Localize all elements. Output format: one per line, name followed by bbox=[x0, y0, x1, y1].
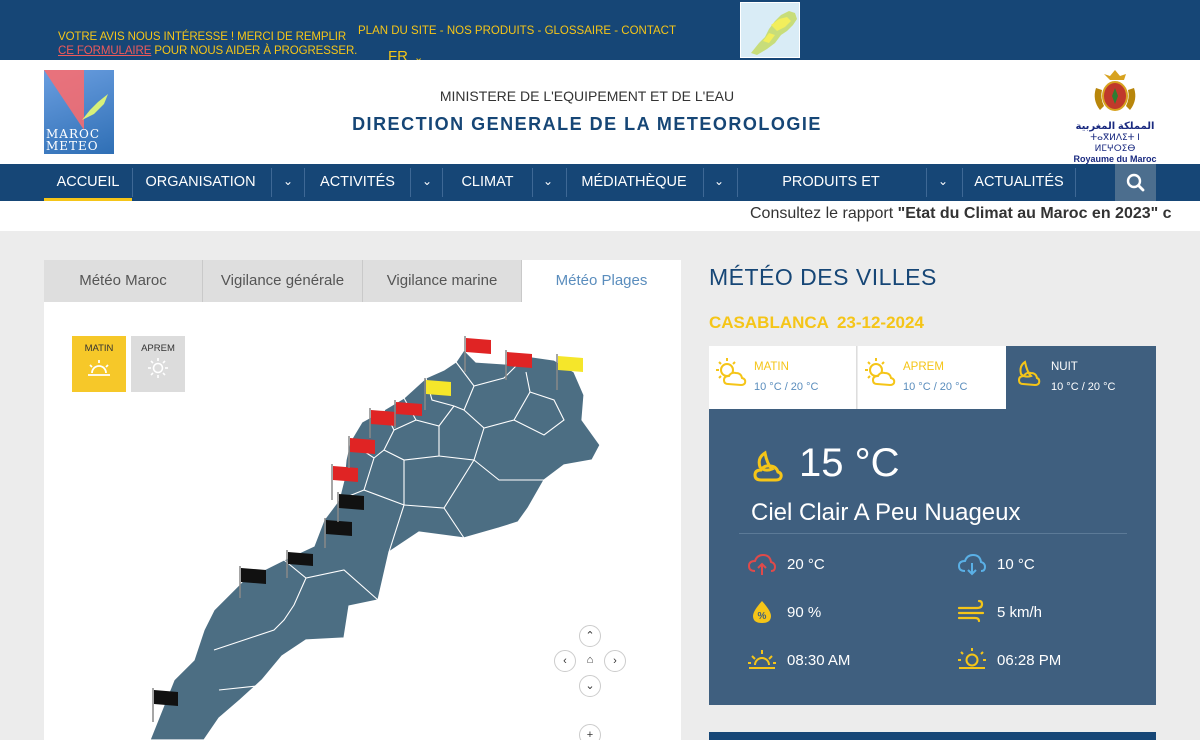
nav-divider bbox=[410, 168, 411, 197]
ticker-report-title[interactable]: "Etat du Climat au Maroc en 2023" c bbox=[898, 205, 1172, 222]
ticker-prefix: Consultez le rapport bbox=[750, 205, 898, 222]
sunrise-icon bbox=[748, 650, 776, 669]
nav-divider bbox=[737, 168, 738, 197]
period-label: NUIT bbox=[1051, 361, 1078, 373]
sunset-icon bbox=[958, 648, 986, 669]
nav-produits-services[interactable]: PRODUITS ET SERVICES bbox=[744, 164, 918, 227]
site-header: MAROC METEO MINISTERE DE L'EQUIPEMENT ET … bbox=[0, 60, 1200, 164]
tab-meteo-maroc[interactable]: Météo Maroc bbox=[44, 260, 203, 302]
pan-left-button[interactable]: ‹ bbox=[554, 650, 576, 672]
nav-divider bbox=[304, 168, 305, 197]
wind-icon bbox=[957, 599, 985, 623]
nav-divider bbox=[1075, 168, 1076, 197]
tab-meteo-plages[interactable]: Météo Plages bbox=[522, 260, 681, 302]
feedback-text: VOTRE AVIS NOUS INTÉRESSE ! MERCI DE REM… bbox=[58, 31, 347, 43]
nav-divider bbox=[271, 168, 272, 197]
feedback-text-end: POUR NOUS AIDER À PROGRESSER. bbox=[151, 45, 358, 57]
svg-text:%: % bbox=[758, 611, 767, 622]
current-temperature: 15 °C bbox=[799, 441, 900, 485]
sun-cloud-icon bbox=[865, 358, 896, 387]
period-label: APREM bbox=[903, 361, 944, 373]
direction-name: DIRECTION GENERALE DE LA METEOROLOGIE bbox=[352, 114, 822, 134]
humidity: 90 % bbox=[787, 604, 822, 621]
period-aprem-toggle[interactable]: APREM bbox=[131, 336, 185, 392]
tab-vigilance-generale[interactable]: Vigilance générale bbox=[203, 260, 363, 302]
nav-divider bbox=[442, 168, 443, 197]
city-date[interactable]: CASABLANCA 23-12-2024 bbox=[709, 313, 924, 333]
temp-max-icon bbox=[747, 553, 777, 575]
temp-min-icon bbox=[957, 553, 987, 576]
chevron-down-icon[interactable]: ⌄ bbox=[273, 164, 303, 201]
nav-divider bbox=[926, 168, 927, 197]
home-icon[interactable]: ⌂ bbox=[579, 650, 601, 672]
nav-activites[interactable]: ACTIVITÉS bbox=[310, 164, 405, 201]
chevron-down-icon[interactable]: ⌄ bbox=[928, 164, 958, 201]
crest-french: Royaume du Maroc bbox=[1073, 154, 1157, 164]
nav-accueil[interactable]: ACCUEIL bbox=[44, 164, 132, 201]
feedback-message: VOTRE AVIS NOUS INTÉRESSE ! MERCI DE REM… bbox=[58, 30, 358, 58]
moon-cloud-icon bbox=[753, 450, 783, 482]
sun-icon bbox=[148, 358, 168, 378]
feedback-form-link[interactable]: CE FORMULAIRE bbox=[58, 45, 151, 57]
royal-crest: المملكة المغربية ⵜⴰⴳⵍⴷⵉⵜ ⵏ ⵍⵎⵖⵔⵉⴱ Royaum… bbox=[1070, 68, 1160, 164]
period-range: 10 °C / 20 °C bbox=[754, 381, 819, 393]
nav-climat[interactable]: CLIMAT bbox=[450, 164, 525, 201]
crest-arabic: المملكة المغربية bbox=[1075, 121, 1155, 132]
forecast-date: 23-12-2024 bbox=[836, 313, 924, 332]
sunset-time: 06:28 PM bbox=[997, 652, 1062, 669]
logo-text: MAROC METEO bbox=[46, 127, 101, 153]
sunrise-time: 08:30 AM bbox=[787, 652, 851, 669]
search-icon bbox=[1126, 173, 1145, 192]
morocco-minimap[interactable] bbox=[740, 2, 800, 58]
temp-max: 20 °C bbox=[787, 556, 825, 573]
temp-min: 10 °C bbox=[997, 556, 1035, 573]
nav-actualites[interactable]: ACTUALITÉS bbox=[968, 164, 1070, 201]
period-range: 10 °C / 20 °C bbox=[1051, 381, 1116, 393]
divider bbox=[739, 533, 1127, 534]
period-label: MATIN bbox=[754, 361, 789, 373]
period-tab-matin[interactable]: MATIN 10 °C / 20 °C bbox=[709, 346, 857, 409]
period-tab-aprem[interactable]: APREM 10 °C / 20 °C bbox=[858, 346, 1006, 409]
ministry-name: MINISTERE DE L'EQUIPEMENT ET DE L'EAU bbox=[439, 88, 735, 104]
next-panel-edge bbox=[709, 732, 1156, 740]
chevron-down-icon[interactable]: ⌄ bbox=[533, 164, 563, 201]
period-range: 10 °C / 20 °C bbox=[903, 381, 968, 393]
chevron-down-icon[interactable]: ⌄ bbox=[704, 164, 734, 201]
crest-emblem-icon bbox=[1094, 70, 1136, 111]
news-ticker[interactable]: Consultez le rapport "Etat du Climat au … bbox=[0, 201, 1200, 231]
crest-amazigh: ⵜⴰⴳⵍⴷⵉⵜ ⵏ ⵍⵎⵖⵔⵉⴱ bbox=[1090, 132, 1140, 153]
city-name[interactable]: CASABLANCA bbox=[709, 313, 829, 332]
cities-weather-title: MÉTÉO DES VILLES bbox=[709, 264, 937, 290]
chevron-down-icon[interactable]: ⌄ bbox=[412, 164, 442, 201]
pan-right-button[interactable]: › bbox=[604, 650, 626, 672]
nav-divider bbox=[566, 168, 567, 197]
sunrise-icon bbox=[88, 360, 110, 376]
map-panel: Météo Maroc Vigilance générale Vigilance… bbox=[44, 260, 681, 740]
maroc-meteo-logo[interactable]: MAROC METEO bbox=[44, 70, 114, 154]
logo-beam bbox=[44, 70, 84, 130]
weather-condition: Ciel Clair A Peu Nuageux bbox=[751, 499, 1021, 526]
period-matin-toggle[interactable]: MATIN bbox=[72, 336, 126, 392]
zoom-in-button[interactable]: + bbox=[579, 724, 601, 740]
wind-speed: 5 km/h bbox=[997, 604, 1043, 621]
pan-up-button[interactable]: ⌃ bbox=[579, 625, 601, 647]
nav-organisation[interactable]: ORGANISATION bbox=[138, 164, 263, 201]
search-button[interactable] bbox=[1115, 164, 1156, 201]
period-label: APREM bbox=[141, 343, 175, 354]
moon-cloud-icon bbox=[1017, 360, 1041, 387]
period-label: MATIN bbox=[84, 343, 114, 354]
nav-mediatheque[interactable]: MÉDIATHÈQUE bbox=[575, 164, 693, 201]
tab-vigilance-marine[interactable]: Vigilance marine bbox=[363, 260, 522, 302]
top-bar: VOTRE AVIS NOUS INTÉRESSE ! MERCI DE REM… bbox=[0, 0, 1200, 65]
nav-divider bbox=[962, 168, 963, 197]
nav-divider bbox=[132, 168, 133, 197]
current-weather-panel: 15 °C Ciel Clair A Peu Nuageux 20 °C 10 … bbox=[709, 409, 1156, 705]
top-links[interactable]: PLAN DU SITE - NOS PRODUITS - GLOSSAIRE … bbox=[358, 25, 676, 37]
humidity-icon: % bbox=[753, 601, 771, 623]
pan-down-button[interactable]: ⌄ bbox=[579, 675, 601, 697]
period-tab-nuit[interactable]: NUIT 10 °C / 20 °C bbox=[1006, 346, 1156, 409]
main-nav: ACCUEIL ORGANISATION ⌄ ACTIVITÉS ⌄ CLIMA… bbox=[0, 164, 1200, 227]
sun-cloud-icon bbox=[716, 358, 747, 387]
